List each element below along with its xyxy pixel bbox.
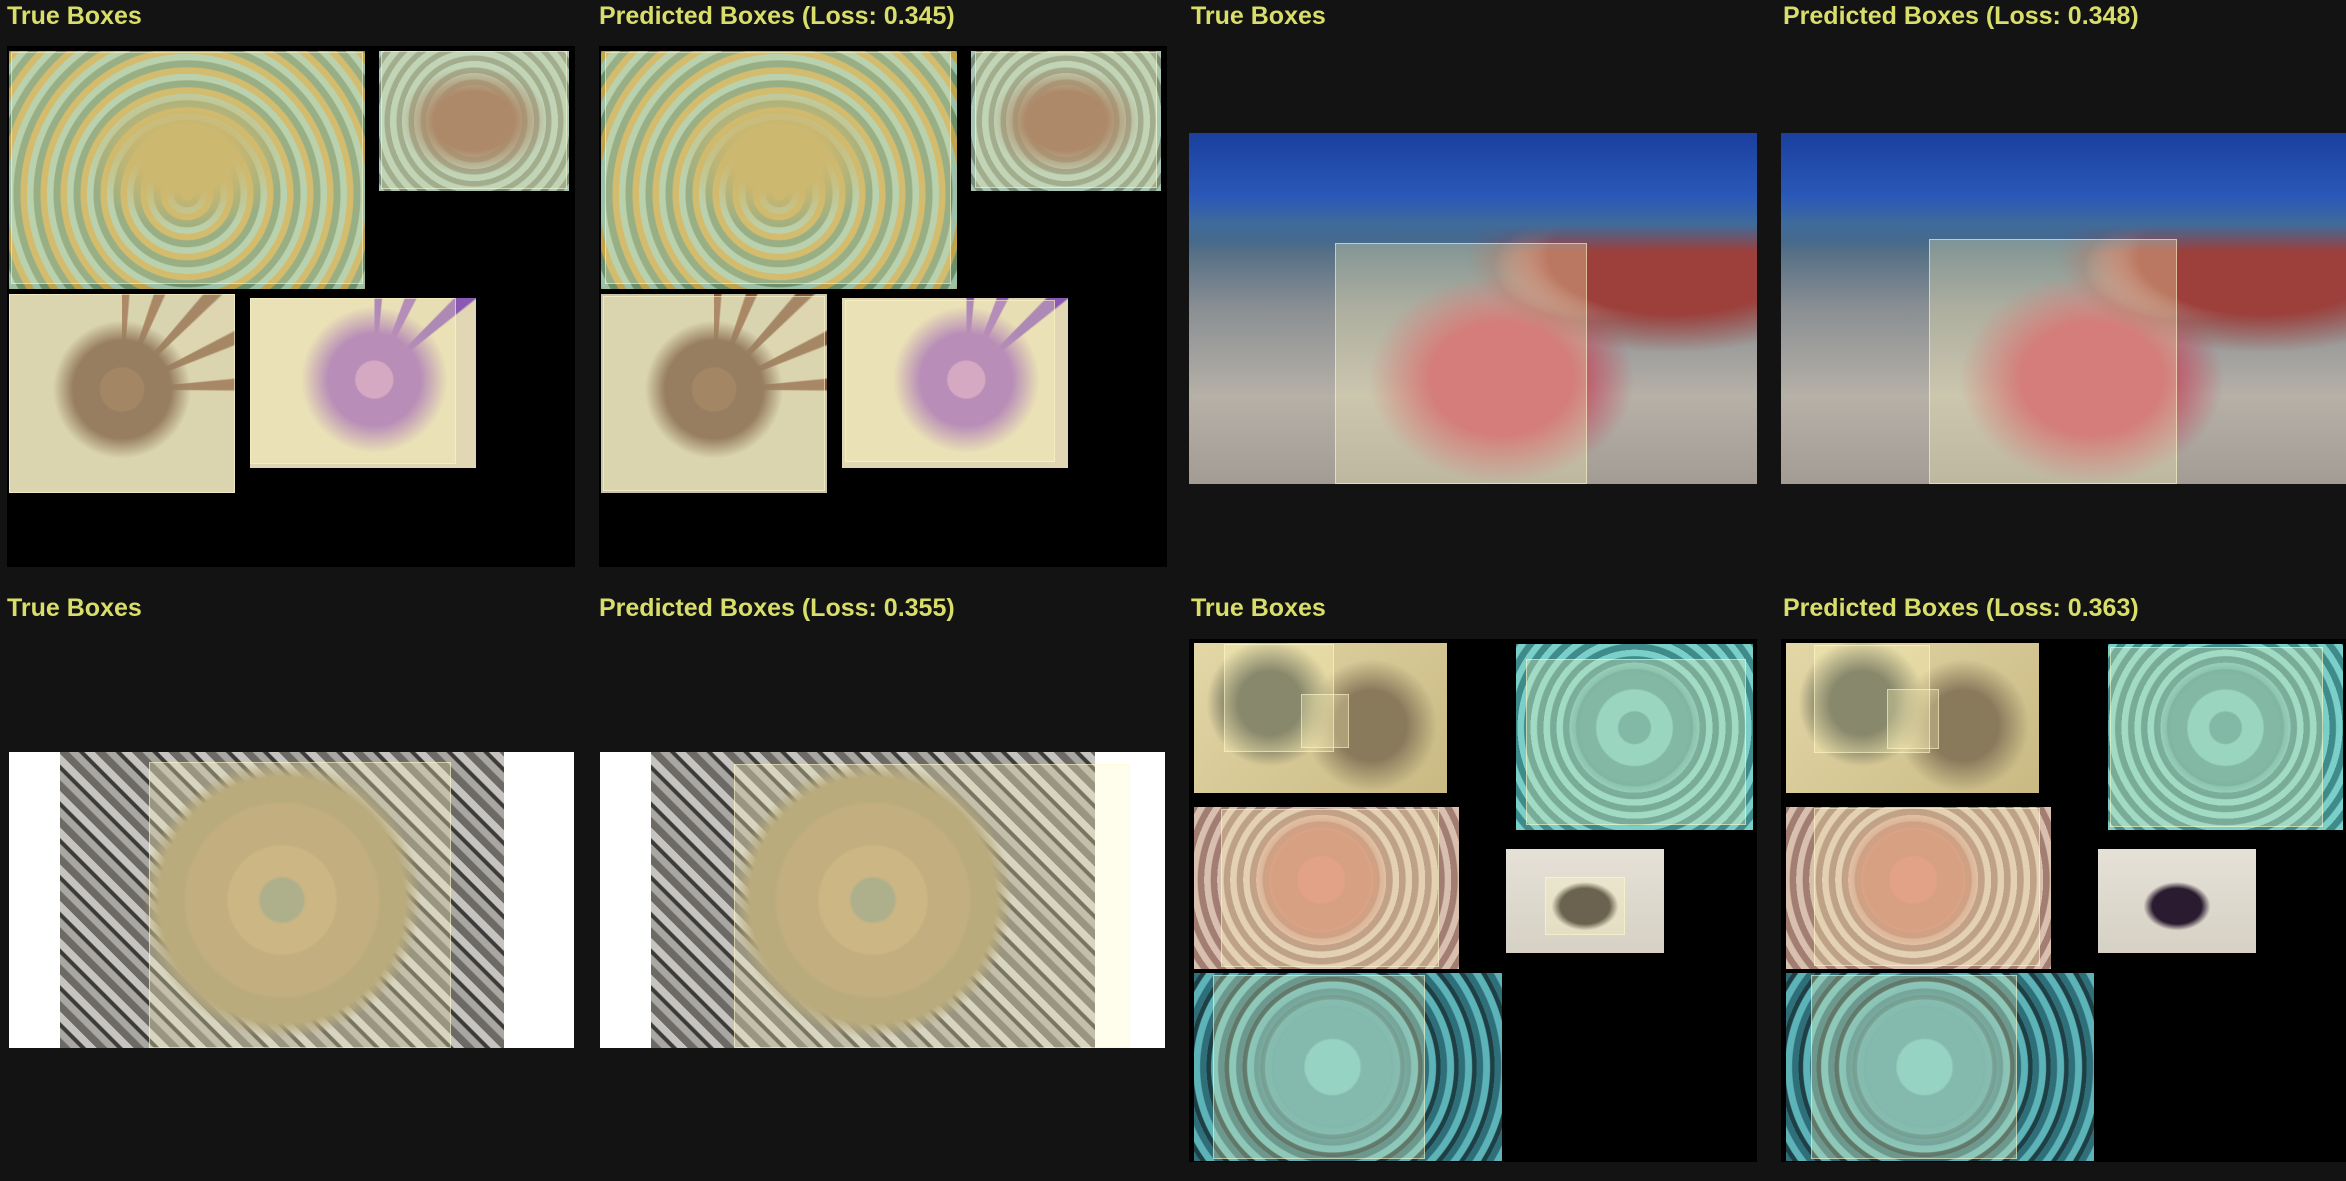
panel-title: Predicted Boxes (Loss: 0.355): [599, 594, 955, 622]
image-tile: [2098, 849, 2256, 953]
panel-title: True Boxes: [7, 2, 142, 30]
bounding-box: [1301, 694, 1349, 748]
bounding-box: [1929, 239, 2177, 484]
panel-true-boxes-1: True Boxes: [0, 0, 588, 589]
bounding-box: [1811, 975, 2017, 1159]
panel-predicted-boxes-1: Predicted Boxes (Loss: 0.345): [592, 0, 1180, 589]
bounding-box: [734, 764, 1130, 1048]
bounding-box: [9, 294, 235, 493]
bounding-box: [149, 762, 451, 1048]
bounding-box: [1213, 975, 1425, 1159]
bounding-box: [1526, 659, 1746, 825]
bounding-box: [250, 298, 456, 464]
image-canvas: [9, 752, 574, 1048]
panel-title: True Boxes: [1191, 594, 1326, 622]
image-canvas: [1781, 133, 2346, 484]
panel-true-boxes-2: True Boxes: [1184, 0, 1772, 589]
bounding-box: [975, 52, 1157, 188]
bounding-box: [381, 51, 567, 189]
bounding-box: [845, 300, 1055, 462]
image-canvas: [7, 46, 575, 567]
panel-title: True Boxes: [1191, 2, 1326, 30]
panel-title: True Boxes: [7, 594, 142, 622]
bounding-box: [1887, 689, 1939, 749]
image-canvas: [600, 752, 1165, 1048]
bounding-box: [1221, 809, 1439, 967]
bounding-box: [1814, 808, 2040, 966]
bounding-box: [1545, 877, 1625, 935]
bounding-box: [11, 52, 363, 284]
panel-predicted-boxes-4: Predicted Boxes (Loss: 0.363): [1776, 592, 2346, 1181]
panel-title: Predicted Boxes (Loss: 0.348): [1783, 2, 2139, 30]
bounding-box: [603, 296, 825, 491]
bounding-box: [1335, 243, 1587, 484]
image-canvas: [599, 46, 1167, 567]
image-canvas: [1189, 639, 1757, 1162]
image-canvas: [1189, 133, 1757, 484]
bounding-box: [2110, 647, 2323, 827]
image-canvas: [1781, 639, 2346, 1162]
bounding-box: [605, 52, 951, 284]
panel-true-boxes-4: True Boxes: [1184, 592, 1772, 1181]
panel-predicted-boxes-2: Predicted Boxes (Loss: 0.348): [1776, 0, 2346, 589]
panel-predicted-boxes-3: Predicted Boxes (Loss: 0.355): [592, 592, 1180, 1181]
panel-title: Predicted Boxes (Loss: 0.345): [599, 2, 955, 30]
panel-true-boxes-3: True Boxes: [0, 592, 588, 1181]
panel-title: Predicted Boxes (Loss: 0.363): [1783, 594, 2139, 622]
